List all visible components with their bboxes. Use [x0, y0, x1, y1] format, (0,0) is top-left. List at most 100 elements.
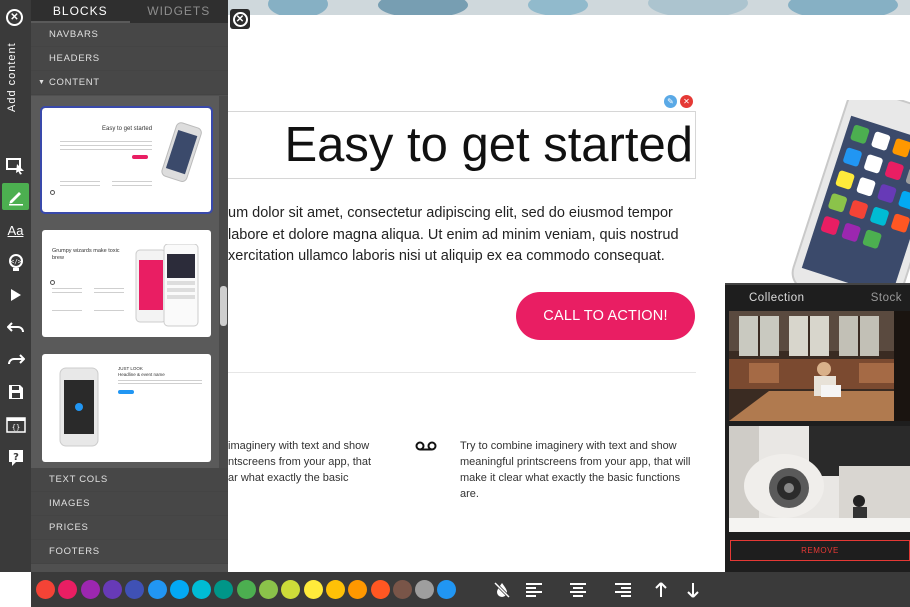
feature-line: ar what exactly the basic [228, 472, 349, 484]
panel-scrollbar[interactable] [219, 96, 228, 470]
select-tool-button[interactable] [2, 152, 29, 179]
color-swatch[interactable] [236, 580, 256, 599]
remove-button[interactable]: REMOVE [730, 540, 910, 561]
color-swatch[interactable] [169, 580, 189, 599]
tab-blocks[interactable]: BLOCKS [31, 0, 130, 23]
redo-icon [7, 353, 25, 364]
remove-color-button[interactable] [491, 579, 513, 601]
section-divider [228, 372, 696, 373]
color-swatch[interactable] [437, 580, 457, 599]
close-block-button[interactable]: ✕ [230, 9, 250, 29]
color-swatch[interactable] [259, 580, 278, 599]
scrollbar-thumb[interactable] [220, 286, 227, 326]
feature-line: imaginery with text and show [228, 440, 370, 452]
media-photo[interactable] [729, 311, 910, 421]
body-paragraph[interactable]: um dolor sit amet, consectetur adipiscin… [228, 203, 696, 268]
align-center-icon [570, 583, 586, 597]
arrow-down-icon [687, 583, 699, 598]
cursor-icon [5, 157, 24, 174]
typography-button[interactable]: Aa [2, 217, 29, 244]
add-content-label: Add content [6, 42, 18, 112]
header-image-strip [228, 0, 910, 15]
close-panel-button[interactable]: ✕ [6, 9, 23, 26]
caret-down-icon: ▼ [38, 79, 46, 86]
bottom-toolbar [31, 572, 910, 607]
color-swatch[interactable] [125, 580, 145, 599]
category-prices[interactable]: PRICES [31, 516, 228, 540]
color-swatch[interactable] [192, 580, 212, 599]
voicemail-icon [415, 441, 437, 451]
category-navbars[interactable]: NAVBARS [31, 23, 228, 47]
code-hint-button[interactable]: </> [2, 249, 29, 276]
color-swatch[interactable] [392, 580, 412, 599]
category-label: CONTENT [49, 77, 100, 88]
thumbnail-title: Easy to get started [102, 126, 153, 132]
thumbnail-title: Grumpy wizards make toxic brew [52, 248, 120, 261]
paragraph-line: um dolor sit amet, consectetur adipiscin… [228, 205, 673, 221]
category-footers[interactable]: FOOTERS [31, 540, 228, 564]
tab-stock[interactable]: Stock [871, 285, 902, 311]
block-thumbnail[interactable]: Easy to get started [40, 106, 213, 214]
svg-text:</>: </> [10, 258, 21, 265]
align-center-button[interactable] [567, 579, 589, 601]
undo-icon [6, 321, 24, 332]
color-swatch[interactable] [415, 580, 435, 599]
move-up-button[interactable] [650, 579, 672, 601]
code-window-icon: {} [5, 416, 26, 433]
preview-button[interactable] [2, 281, 29, 308]
color-swatch[interactable] [80, 580, 100, 599]
no-color-icon [493, 581, 511, 599]
color-swatch[interactable] [348, 580, 368, 599]
arrow-up-icon [655, 582, 667, 597]
color-swatch[interactable] [102, 580, 122, 599]
page-headline[interactable]: Easy to get started [228, 111, 696, 179]
category-images[interactable]: IMAGES [31, 492, 228, 516]
move-down-button[interactable] [682, 579, 704, 601]
source-code-button[interactable]: {} [2, 411, 29, 438]
help-button[interactable]: ? [2, 444, 29, 471]
media-tabs: Collection Stock [725, 285, 910, 311]
delete-block-icon[interactable]: ✕ [680, 95, 693, 108]
lightbulb-icon: </> [8, 253, 23, 271]
call-to-action-button[interactable]: CALL TO ACTION! [516, 292, 695, 340]
tab-widgets[interactable]: WIDGETS [130, 0, 229, 23]
save-button[interactable] [2, 378, 29, 405]
category-content[interactable]: ▼ CONTENT [31, 71, 228, 95]
media-photo[interactable] [729, 426, 910, 532]
pencil-icon [8, 191, 23, 205]
undo-button[interactable] [2, 313, 29, 340]
color-swatch[interactable] [370, 580, 390, 599]
phone-illustration [791, 100, 910, 290]
svg-text:?: ? [13, 452, 19, 463]
category-headers[interactable]: HEADERS [31, 47, 228, 71]
category-text-cols[interactable]: TEXT COLS [31, 468, 228, 492]
redo-button[interactable] [2, 345, 29, 372]
align-right-button[interactable] [612, 579, 634, 601]
thumbnail-title: JUST LOOK [118, 366, 143, 371]
blocks-panel: BLOCKS WIDGETS NAVBARS HEADERS ▼ CONTENT… [31, 0, 228, 572]
color-swatch[interactable] [303, 580, 323, 599]
feature-text-right[interactable]: Try to combine imaginery with text and s… [460, 438, 696, 502]
align-left-button[interactable] [523, 579, 545, 601]
close-icon: ✕ [232, 11, 248, 27]
floppy-disk-icon [8, 384, 23, 399]
media-collection-panel: Collection Stock REMOVE [725, 283, 910, 575]
tab-collection[interactable]: Collection [749, 285, 805, 311]
color-swatch[interactable] [147, 580, 167, 599]
color-swatch[interactable] [214, 580, 234, 599]
block-thumbnail[interactable]: JUST LOOK Headline & event name [42, 354, 211, 462]
paragraph-line: xercitation ullamco laboris nisi ut aliq… [228, 248, 665, 264]
edit-tool-button[interactable] [2, 183, 29, 210]
color-swatch[interactable] [281, 580, 301, 599]
feature-line: ntscreens from your app, that [228, 456, 372, 468]
color-swatch[interactable] [36, 580, 55, 599]
feature-text-left[interactable]: imaginery with text and show ntscreens f… [228, 438, 408, 486]
align-left-icon [526, 583, 542, 597]
align-right-icon [615, 583, 631, 597]
block-thumbnail[interactable]: Grumpy wizards make toxic brew [42, 230, 211, 337]
color-swatch[interactable] [58, 580, 78, 599]
play-icon [10, 288, 21, 301]
color-swatch[interactable] [325, 580, 345, 599]
edit-block-icon[interactable]: ✎ [664, 95, 677, 108]
paragraph-line: labore et dolore magna aliqua. Ut enim a… [228, 226, 679, 243]
